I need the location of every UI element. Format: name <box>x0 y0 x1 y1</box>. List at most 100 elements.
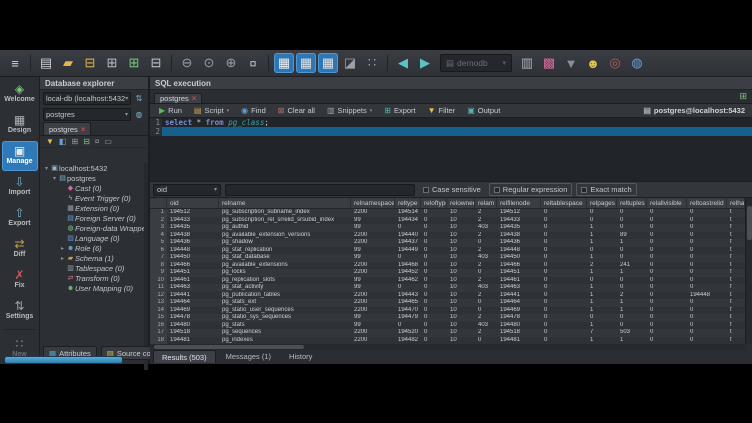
table-cell[interactable]: 0 <box>421 277 447 285</box>
table-cell[interactable]: 194433 <box>497 217 541 225</box>
table-cell[interactable]: 403 <box>475 224 497 232</box>
table-cell[interactable]: 194464 <box>167 299 219 307</box>
table-cell[interactable]: 194514 <box>395 209 421 217</box>
table-cell[interactable]: 0 <box>475 337 497 345</box>
table-cell[interactable]: 194466 <box>497 262 541 270</box>
table-cell[interactable]: 2 <box>475 209 497 217</box>
table-cell[interactable]: 2 <box>475 277 497 285</box>
table-cell[interactable]: 0 <box>541 217 587 225</box>
filter-option-regular-expression[interactable]: Regular expression <box>489 183 573 196</box>
table-cell[interactable]: 1 <box>587 322 617 330</box>
table-cell[interactable]: 0 <box>541 239 587 247</box>
result-tab-results[interactable]: Results (503) <box>153 350 216 363</box>
table-cell[interactable]: f <box>727 322 745 330</box>
table-cell[interactable]: 0 <box>395 254 421 262</box>
table-cell[interactable]: pg_replication_slots <box>219 277 351 285</box>
table-cell[interactable]: 194438 <box>167 232 219 240</box>
tree-item-role[interactable]: ▸☻Role (6) <box>40 243 146 253</box>
table-cell[interactable]: 1 <box>587 269 617 277</box>
table-row[interactable]: 17194518pg_sequences22001945200102194518… <box>150 329 745 337</box>
column-header-reloftype[interactable]: reloftype <box>421 198 447 208</box>
table-cell[interactable]: 10 <box>447 232 475 240</box>
table-row[interactable]: 9194451pg_locks2200194452010019445101100… <box>150 269 745 277</box>
table-cell[interactable]: 194461 <box>167 277 219 285</box>
table-cell[interactable]: 2200 <box>351 299 395 307</box>
sidebar-item-manage[interactable]: ▣Manage <box>2 141 38 171</box>
table-cell[interactable]: 194481 <box>167 337 219 345</box>
tree-item-foreign-server[interactable]: ▤Foreign Server (0) <box>40 213 146 223</box>
table-cell[interactable]: f <box>727 284 745 292</box>
table-cell[interactable]: 2200 <box>351 239 395 247</box>
table-cell[interactable]: 0 <box>687 284 727 292</box>
sql-file-icon[interactable]: ▥ <box>517 53 537 73</box>
table-cell[interactable]: 1 <box>587 232 617 240</box>
table-cell[interactable]: 0 <box>421 329 447 337</box>
table-cell[interactable]: pg_stats_ext <box>219 299 351 307</box>
table-cell[interactable]: 0 <box>475 307 497 315</box>
table-cell[interactable]: 99 <box>351 314 395 322</box>
table-cell[interactable]: f <box>727 239 745 247</box>
zoom-in-icon[interactable]: ⊕ <box>221 53 241 73</box>
table-cell[interactable]: 194469 <box>497 307 541 315</box>
table-cell[interactable]: 0 <box>541 292 587 300</box>
connection-settings-icon[interactable]: ⇅ <box>133 92 145 104</box>
tree-scrollbar[interactable] <box>144 163 148 370</box>
table-cell[interactable]: 0 <box>647 322 687 330</box>
table-cell[interactable]: 1 <box>587 224 617 232</box>
table-cell[interactable]: 0 <box>421 217 447 225</box>
table-cell[interactable]: 99 <box>351 217 395 225</box>
import-icon[interactable]: ⊞ <box>102 53 122 73</box>
table-cell[interactable]: 194450 <box>497 254 541 262</box>
table-cell[interactable]: 194480 <box>167 322 219 330</box>
table-cell[interactable]: 194512 <box>497 209 541 217</box>
grid-vertical-scrollbar[interactable] <box>745 198 752 344</box>
tree-item-foreign-data-wrapper[interactable]: ◍Foreign-data Wrapper (0) <box>40 223 146 233</box>
table-cell[interactable]: 194436 <box>497 239 541 247</box>
table-cell[interactable]: 0 <box>421 292 447 300</box>
table-cell[interactable]: 0 <box>541 247 587 255</box>
theme-icon[interactable]: ▩ <box>539 53 559 73</box>
table-cell[interactable]: 2200 <box>351 262 395 270</box>
table-cell[interactable]: 10 <box>447 247 475 255</box>
table-cell[interactable]: pg_statio_sys_sequences <box>219 314 351 322</box>
table-cell[interactable]: t <box>727 329 745 337</box>
table-cell[interactable]: 2 <box>475 247 497 255</box>
table-cell[interactable]: 194437 <box>395 239 421 247</box>
table-cell[interactable]: 0 <box>617 284 647 292</box>
table-cell[interactable]: 194451 <box>167 269 219 277</box>
table-cell[interactable]: 1 <box>587 284 617 292</box>
table-cell[interactable]: 0 <box>687 247 727 255</box>
table-cell[interactable]: 194435 <box>497 224 541 232</box>
table-cell[interactable]: 0 <box>395 322 421 330</box>
zoom-reset-icon[interactable]: ⊙ <box>199 53 219 73</box>
table-cell[interactable]: 10 <box>447 307 475 315</box>
table-cell[interactable]: 2200 <box>351 232 395 240</box>
table-cell[interactable]: pg_stat_activity <box>219 284 351 292</box>
table-cell[interactable]: 0 <box>475 299 497 307</box>
table-cell[interactable]: 2 <box>587 262 617 270</box>
table-cell[interactable]: 1 <box>617 269 647 277</box>
table-cell[interactable]: 194436 <box>167 239 219 247</box>
table-cell[interactable]: 0 <box>541 269 587 277</box>
tree-item-cast[interactable]: ◆Cast (0) <box>40 183 146 193</box>
new-script-icon[interactable]: ▤ <box>36 53 56 73</box>
sql-tab-postgres[interactable]: postgres × <box>154 93 202 103</box>
table-cell[interactable]: pg_available_extension_versions <box>219 232 351 240</box>
table-cell[interactable]: 0 <box>687 217 727 225</box>
table-cell[interactable]: 0 <box>587 247 617 255</box>
table-cell[interactable]: 99 <box>351 247 395 255</box>
table-cell[interactable]: 403 <box>475 284 497 292</box>
table-cell[interactable]: 194480 <box>497 322 541 330</box>
column-view-icon[interactable]: ▦ <box>296 53 316 73</box>
table-row[interactable]: 15194478pg_statio_sys_sequences991944790… <box>150 314 745 322</box>
table-cell[interactable]: 2200 <box>351 209 395 217</box>
expander-icon[interactable]: ▾ <box>51 175 58 182</box>
table-cell[interactable]: t <box>727 232 745 240</box>
table-cell[interactable]: 194479 <box>395 314 421 322</box>
table-cell[interactable]: 194448 <box>497 247 541 255</box>
table-cell[interactable]: 99 <box>351 224 395 232</box>
table-cell[interactable]: 0 <box>647 299 687 307</box>
table-cell[interactable]: 10 <box>447 217 475 225</box>
table-cell[interactable]: 0 <box>647 329 687 337</box>
expander-icon[interactable]: ▸ <box>59 255 66 262</box>
